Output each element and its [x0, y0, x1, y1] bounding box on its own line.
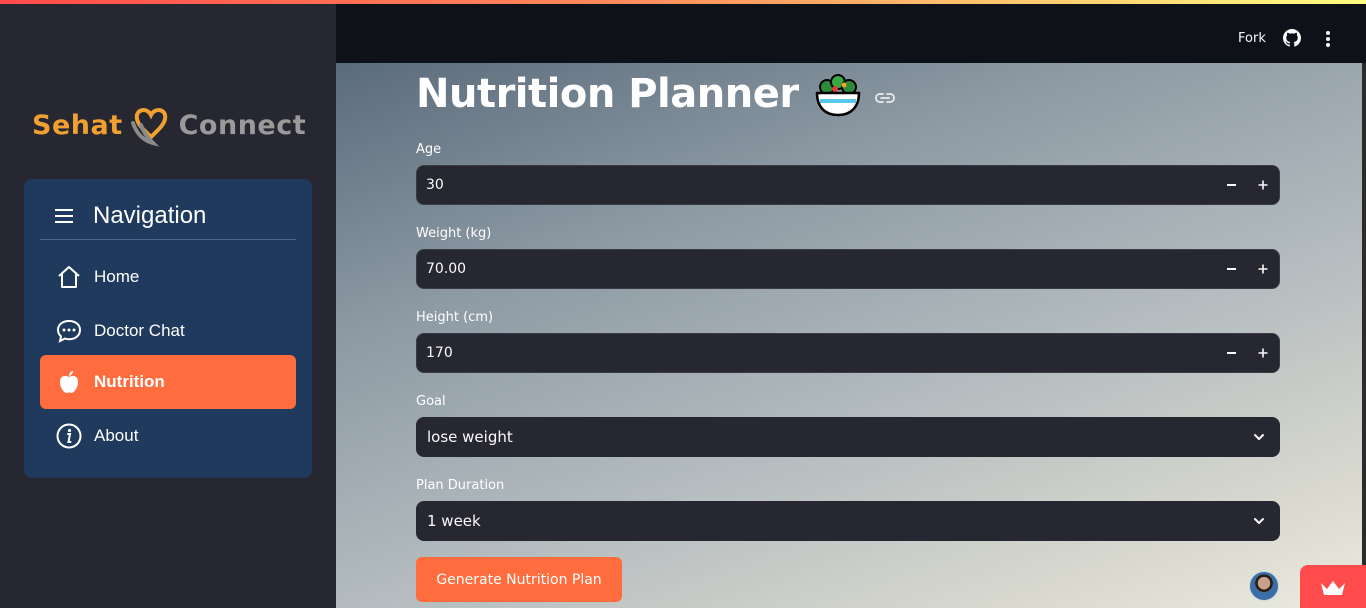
- navigation-title: Navigation: [93, 202, 207, 229]
- age-label: Age: [416, 142, 442, 157]
- info-icon: [56, 423, 82, 449]
- weight-stepper[interactable]: 70.00: [416, 249, 1280, 289]
- height-stepper[interactable]: 170: [416, 333, 1280, 373]
- sidebar-item-label: Doctor Chat: [94, 321, 185, 340]
- generate-nutrition-plan-button[interactable]: Generate Nutrition Plan: [416, 557, 622, 602]
- app-logo: Sehat Connect: [32, 100, 306, 150]
- goal-select[interactable]: lose weight: [416, 417, 1280, 457]
- logo-text-left: Sehat: [32, 109, 123, 141]
- github-icon[interactable]: [1283, 29, 1301, 47]
- crown-icon: [1321, 581, 1345, 595]
- page-title: Nutrition Planner: [416, 69, 895, 119]
- age-input[interactable]: 30: [426, 177, 444, 193]
- height-increment-button[interactable]: [1247, 334, 1279, 372]
- weight-increment-button[interactable]: [1247, 250, 1279, 288]
- height-input[interactable]: 170: [426, 345, 453, 361]
- streamlit-badge[interactable]: [1300, 565, 1366, 608]
- navigation-menu: Navigation Home Doctor Chat Nutrition Ab: [24, 179, 312, 478]
- top-decoration-bar: [0, 0, 1366, 4]
- goal-selected-value: lose weight: [427, 428, 513, 446]
- age-increment-button[interactable]: [1247, 166, 1279, 204]
- plan-duration-label: Plan Duration: [416, 478, 505, 493]
- sidebar: Sehat Connect Navigation Home Doctor Cha…: [0, 0, 336, 608]
- sidebar-item-label: Nutrition: [94, 372, 165, 391]
- age-decrement-button[interactable]: [1215, 166, 1247, 204]
- chevron-down-icon: [1254, 434, 1264, 440]
- goal-label: Goal: [416, 394, 446, 409]
- hamburger-icon: [55, 209, 73, 223]
- sidebar-item-home[interactable]: Home: [40, 250, 296, 304]
- avatar[interactable]: [1249, 571, 1279, 601]
- logo-text-right: Connect: [178, 109, 307, 141]
- weight-decrement-button[interactable]: [1215, 250, 1247, 288]
- apple-icon: [56, 369, 82, 395]
- weight-label: Weight (kg): [416, 226, 492, 241]
- sidebar-item-label: About: [94, 426, 139, 445]
- sidebar-item-doctor-chat[interactable]: Doctor Chat: [40, 304, 296, 358]
- age-stepper[interactable]: 30: [416, 165, 1280, 205]
- plan-duration-selected-value: 1 week: [427, 512, 481, 530]
- navigation-header: Navigation: [40, 193, 296, 240]
- plan-duration-select[interactable]: 1 week: [416, 501, 1280, 541]
- chevron-down-icon: [1254, 518, 1264, 524]
- weight-input[interactable]: 70.00: [426, 261, 466, 277]
- height-decrement-button[interactable]: [1215, 334, 1247, 372]
- anchor-link-icon[interactable]: [874, 92, 895, 104]
- height-label: Height (cm): [416, 310, 494, 325]
- sidebar-item-label: Home: [94, 267, 140, 286]
- page-title-text: Nutrition Planner: [416, 71, 799, 117]
- heart-hands-icon: [130, 108, 167, 147]
- main-content: Nutrition Planner Age 30 Weight (kg) 70.…: [336, 63, 1366, 608]
- app-header: Fork: [336, 0, 1366, 63]
- scrollbar[interactable]: [1362, 63, 1366, 608]
- fork-button[interactable]: Fork: [1238, 31, 1266, 46]
- kebab-menu-icon[interactable]: [1324, 31, 1332, 47]
- home-icon: [56, 264, 82, 290]
- salad-icon: [815, 74, 860, 117]
- sidebar-item-nutrition[interactable]: Nutrition: [40, 355, 296, 409]
- chat-icon: [56, 318, 82, 344]
- sidebar-item-about[interactable]: About: [40, 409, 296, 463]
